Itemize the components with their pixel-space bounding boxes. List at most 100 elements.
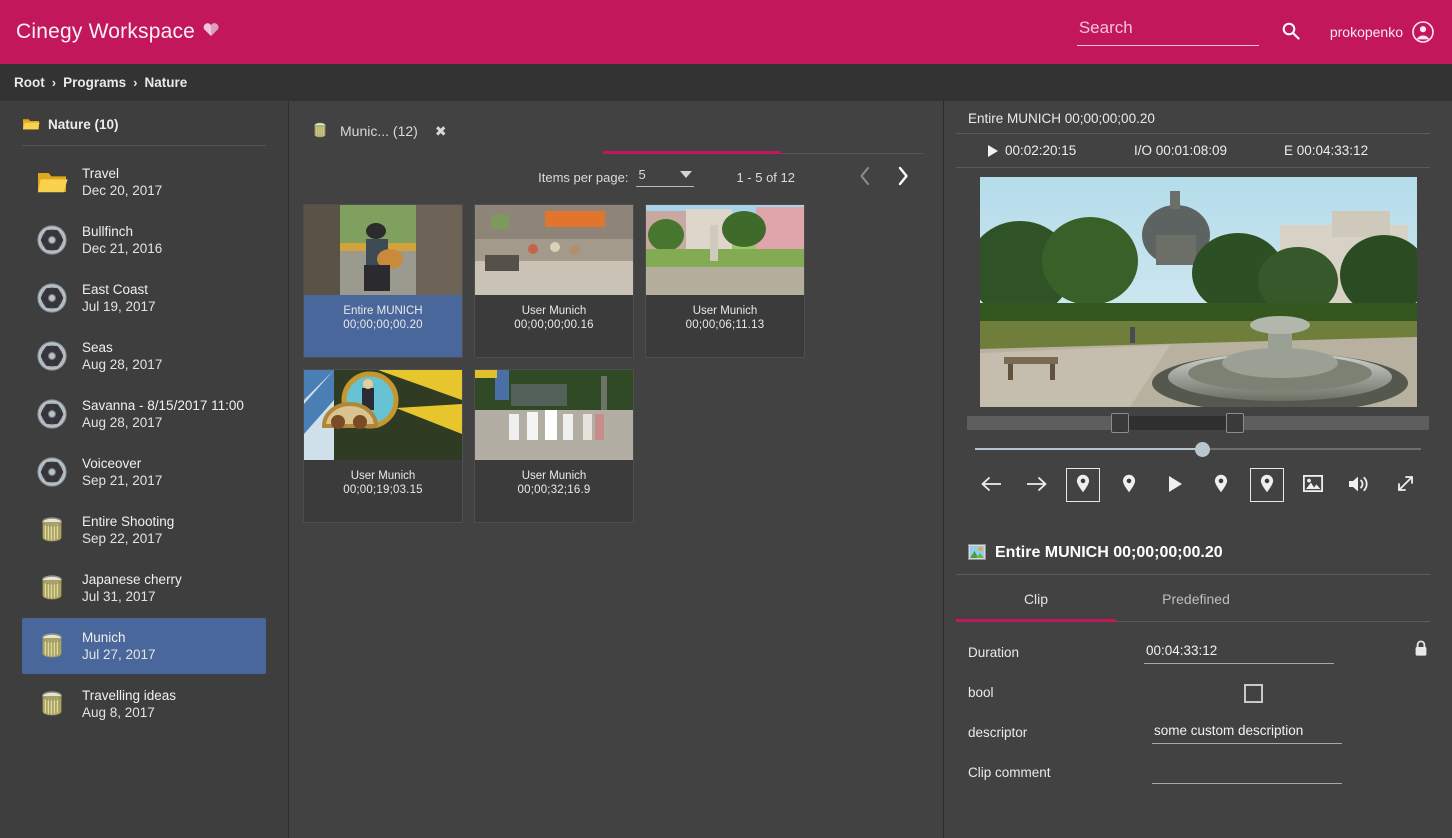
folder-icon (36, 166, 68, 198)
sidebar-item-name: Voiceover (82, 456, 142, 471)
items-per-page-value: 5 (638, 167, 646, 183)
mark-out-button[interactable] (1250, 468, 1284, 502)
sidebar-item-east-coast[interactable]: East Coast Jul 19, 2017 (22, 270, 266, 326)
tab-bar: Munic... (12) ✖ (289, 101, 943, 151)
breadcrumb-item-root[interactable]: Root (8, 75, 51, 90)
marker-button[interactable] (1112, 468, 1146, 502)
sidebar-item-japanese-cherry[interactable]: Japanese cherry Jul 31, 2017 (22, 560, 266, 616)
search-input[interactable] (1076, 18, 1259, 46)
tab-underline-row (289, 151, 943, 154)
sidebar-item-date: Jul 27, 2017 (82, 647, 156, 662)
step-forward-button[interactable] (1020, 468, 1054, 502)
field-clip-comment-input[interactable] (1152, 763, 1342, 784)
main-body: Nature (10) Travel Dec 20, 2017 Bullfinch D… (0, 101, 1452, 838)
sidebar-item-travelling-ideas[interactable]: Travelling ideas Aug 8, 2017 (22, 676, 266, 732)
tab-bar-rule (781, 153, 923, 154)
clip-thumbnail[interactable] (304, 205, 462, 296)
close-icon[interactable]: ✖ (435, 123, 447, 140)
step-back-button[interactable] (974, 468, 1008, 502)
metadata-title-label: Entire MUNICH 00;00;00;00.20 (995, 544, 1223, 561)
chevron-right-icon (896, 166, 909, 189)
sidebar-item-date: Jul 19, 2017 (82, 299, 156, 314)
out-point-handle[interactable] (1226, 413, 1244, 433)
account-circle-icon[interactable] (1412, 21, 1434, 43)
pagination-range-label: 1 - 5 of 12 (736, 169, 795, 185)
clip-thumbnail[interactable] (475, 205, 633, 296)
breadcrumb-item-nature[interactable]: Nature (138, 75, 193, 90)
heart-icon (203, 22, 219, 41)
marker-button[interactable] (1204, 468, 1238, 502)
fullscreen-button[interactable] (1388, 468, 1422, 502)
clip-timecode: 00;00;06;11.13 (685, 319, 765, 332)
sidebar-item-name: Travelling ideas (82, 688, 177, 703)
sidebar-item-date: Aug 28, 2017 (82, 357, 163, 372)
clip-card[interactable]: User Munich 00;00;19;03.15 (303, 369, 463, 524)
sidebar-item-seas[interactable]: Seas Aug 28, 2017 (22, 328, 266, 384)
volume-icon (1348, 475, 1370, 496)
clip-card[interactable]: Entire MUNICH 00;00;00;00.20 (303, 204, 463, 359)
sidebar-item-entire-shooting[interactable]: Entire Shooting Sep 22, 2017 (22, 502, 266, 558)
position-slider-fill (975, 448, 1201, 450)
mark-in-button[interactable] (1066, 468, 1100, 502)
search-button[interactable] (1281, 21, 1320, 43)
sidebar-item-munich[interactable]: Munich Jul 27, 2017 (22, 618, 266, 674)
bin-icon (36, 572, 68, 604)
sidebar-title-label: Nature (10) (48, 116, 119, 132)
metadata-title-row: Entire MUNICH 00;00;00;00.20 (956, 544, 1430, 575)
clip-card[interactable]: User Munich 00;00;06;11.13 (645, 204, 805, 359)
video-preview[interactable] (979, 177, 1417, 407)
end-timecode-label: E 00:04:33:12 (1284, 143, 1369, 158)
clip-thumbnail[interactable] (475, 370, 633, 461)
clip-thumbnail[interactable] (304, 370, 462, 461)
clip-timecode: 00;00;19;03.15 (343, 484, 423, 497)
in-point-handle[interactable] (1111, 413, 1129, 433)
pagination-bar: Items per page: 5 1 - 5 of 12 (289, 154, 943, 188)
bin-icon (313, 122, 331, 140)
sidebar-item-bullfinch[interactable]: Bullfinch Dec 21, 2016 (22, 212, 266, 268)
volume-button[interactable] (1342, 468, 1376, 502)
sidebar-tree: Travel Dec 20, 2017 Bullfinch Dec 21, 2016 E… (0, 154, 288, 732)
sidebar-item-travel[interactable]: Travel Dec 20, 2017 (22, 154, 266, 210)
chevron-down-icon (680, 171, 693, 179)
clip-caption: User Munich 00;00;06;11.13 (646, 295, 804, 357)
sidebar-item-name: Entire Shooting (82, 514, 175, 529)
browser-panel: Munic... (12) ✖ Items per page: 5 1 - 5 … (289, 101, 944, 838)
header-right-cluster: prokopenko (1076, 0, 1452, 64)
field-descriptor-input[interactable] (1152, 723, 1342, 744)
snapshot-button[interactable] (1296, 468, 1330, 502)
search-field-wrap (1076, 18, 1259, 46)
step-forward-icon (1026, 476, 1048, 495)
sidebar-item-name: Seas (82, 340, 113, 355)
clip-caption: User Munich 00;00;00;00.16 (475, 295, 633, 357)
clip-card[interactable]: User Munich 00;00;32;16.9 (474, 369, 634, 524)
field-duration-input[interactable] (1144, 643, 1334, 664)
film-reel-icon (36, 224, 68, 256)
field-bool-checkbox[interactable] (1244, 684, 1263, 703)
timecode-row: 00:02:20:15 I/O 00:01:08:09 E 00:04:33:1… (956, 134, 1430, 168)
clip-card[interactable]: User Munich 00;00;00;00.16 (474, 204, 634, 359)
sidebar-item-savanna-8-15-2017-11-00[interactable]: Savanna - 8/15/2017 11:00 Aug 28, 2017 (22, 386, 266, 442)
tab-clip[interactable]: Clip (956, 575, 1116, 621)
player-panel: Entire MUNICH 00;00;00;00.20 00:02:20:15… (944, 101, 1452, 838)
in-out-range-bar[interactable] (967, 413, 1429, 433)
items-per-page-select[interactable]: 5 (636, 167, 695, 188)
lock-icon[interactable] (1414, 640, 1428, 664)
play-button[interactable] (1158, 468, 1192, 502)
clip-title: Entire MUNICH (343, 305, 423, 318)
pagination-prev-button[interactable] (847, 166, 884, 188)
pagination-next-button[interactable] (884, 166, 921, 188)
folder-open-icon (22, 115, 40, 133)
clip-grid: Entire MUNICH 00;00;00;00.20 User Munich 00… (289, 188, 943, 524)
tab-active-underline (603, 151, 781, 154)
fullscreen-icon (1396, 474, 1415, 496)
position-slider[interactable] (967, 438, 1429, 460)
position-slider-thumb[interactable] (1195, 442, 1210, 457)
tab-munich[interactable]: Munic... (12) ✖ (303, 110, 457, 151)
clip-title: User Munich (521, 470, 587, 483)
clip-thumbnail[interactable] (646, 205, 804, 296)
clip-title: User Munich (692, 305, 758, 318)
clip-caption: Entire MUNICH 00;00;00;00.20 (304, 295, 462, 358)
sidebar-item-voiceover[interactable]: Voiceover Sep 21, 2017 (22, 444, 266, 500)
tab-predefined[interactable]: Predefined (1116, 575, 1276, 621)
breadcrumb-item-programs[interactable]: Programs (57, 75, 132, 90)
